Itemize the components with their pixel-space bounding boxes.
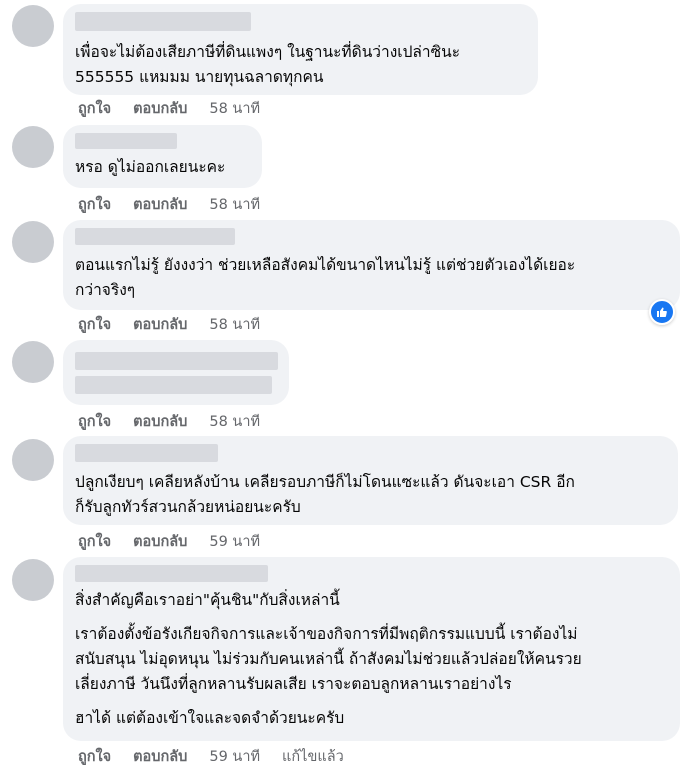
reply-button[interactable]: ตอบกลับ bbox=[133, 97, 187, 120]
comment-text-line: หรอ ดูไม่ออกเลยนะคะ bbox=[75, 158, 226, 176]
comment-text-line: สิ่งสำคัญคือเราอย่า"คุ้นชิน"กับสิ่งเหล่า… bbox=[75, 591, 340, 609]
like-button[interactable]: ถูกใจ bbox=[78, 97, 111, 120]
comment-bubble: หรอ ดูไม่ออกเลยนะคะ bbox=[63, 125, 262, 188]
comment-actions: ถูกใจ ตอบกลับ 58 นาที bbox=[78, 193, 260, 216]
comment-timestamp[interactable]: 59 นาที bbox=[209, 530, 260, 553]
comment-paragraph: ฮาได้ แต่ต้องเข้าใจและจดจำด้วยนะครับ bbox=[75, 706, 668, 731]
comment-actions: ถูกใจ ตอบกลับ 58 นาที bbox=[78, 410, 260, 433]
avatar[interactable] bbox=[12, 439, 54, 481]
comment-text: หรอ ดูไม่ออกเลยนะคะ bbox=[75, 155, 250, 180]
comment-bubble bbox=[63, 340, 289, 405]
reply-button[interactable]: ตอบกลับ bbox=[133, 193, 187, 216]
like-button[interactable]: ถูกใจ bbox=[78, 530, 111, 553]
avatar[interactable] bbox=[12, 341, 54, 383]
like-button[interactable]: ถูกใจ bbox=[78, 745, 111, 768]
comment-actions: ถูกใจ ตอบกลับ 59 นาที bbox=[78, 530, 260, 553]
commenter-name-redacted[interactable] bbox=[75, 133, 177, 149]
avatar[interactable] bbox=[12, 126, 54, 168]
reply-button[interactable]: ตอบกลับ bbox=[133, 313, 187, 336]
comment-paragraph: สิ่งสำคัญคือเราอย่า"คุ้นชิน"กับสิ่งเหล่า… bbox=[75, 588, 668, 613]
commenter-name-redacted[interactable] bbox=[75, 12, 251, 31]
comment-text-redacted bbox=[75, 376, 272, 394]
avatar[interactable] bbox=[12, 559, 54, 601]
comment-text-line: ก็รับลูกทัวร์สวนกล้วยหน่อยนะครับ bbox=[75, 498, 301, 516]
commenter-name-redacted[interactable] bbox=[75, 352, 278, 370]
reply-button[interactable]: ตอบกลับ bbox=[133, 745, 187, 768]
comment-actions: ถูกใจ ตอบกลับ 58 นาที bbox=[78, 97, 260, 120]
comment-text-line: สนับสนุน ไม่อุดหนุน ไม่ร่วมกับคนเหล่านี้… bbox=[75, 650, 582, 668]
edited-label[interactable]: แก้ไขแล้ว bbox=[282, 745, 344, 768]
comment-text-line: ปลูกเงียบๆ เคลียหลังบ้าน เคลียรอบภาษีก็ไ… bbox=[75, 473, 575, 491]
reaction-badge[interactable] bbox=[649, 299, 675, 325]
commenter-name-redacted[interactable] bbox=[75, 228, 235, 245]
comment-text-line: ฮาได้ แต่ต้องเข้าใจและจดจำด้วยนะครับ bbox=[75, 709, 345, 727]
comment-text: เพื่อจะไม่ต้องเสียภาษีที่ดินแพงๆ ในฐานะท… bbox=[75, 40, 526, 90]
comment-timestamp[interactable]: 58 นาที bbox=[209, 313, 260, 336]
reply-button[interactable]: ตอบกลับ bbox=[133, 410, 187, 433]
comment-text: ปลูกเงียบๆ เคลียหลังบ้าน เคลียรอบภาษีก็ไ… bbox=[75, 470, 666, 520]
comment-text-line: เราต้องตั้งข้อรังเกียจกิจการและเจ้าของกิ… bbox=[75, 625, 578, 643]
comment-bubble: ปลูกเงียบๆ เคลียหลังบ้าน เคลียรอบภาษีก็ไ… bbox=[63, 436, 678, 525]
comment-timestamp[interactable]: 58 นาที bbox=[209, 97, 260, 120]
avatar[interactable] bbox=[12, 221, 54, 263]
comment-timestamp[interactable]: 59 นาที bbox=[209, 745, 260, 768]
like-button[interactable]: ถูกใจ bbox=[78, 193, 111, 216]
comment-actions: ถูกใจ ตอบกลับ 59 นาที แก้ไขแล้ว bbox=[78, 745, 344, 768]
avatar[interactable] bbox=[12, 5, 54, 47]
comment-timestamp[interactable]: 58 นาที bbox=[209, 193, 260, 216]
comment-timestamp[interactable]: 58 นาที bbox=[209, 410, 260, 433]
like-icon bbox=[657, 307, 667, 318]
like-button[interactable]: ถูกใจ bbox=[78, 313, 111, 336]
comment-text-line: 555555 แหมมม นายทุนฉลาดทุกคน bbox=[75, 68, 324, 86]
comment-actions: ถูกใจ ตอบกลับ 58 นาที bbox=[78, 313, 260, 336]
comment-bubble: ตอนแรกไม่รู้ ยังงงว่า ช่วยเหลือสังคมได้ข… bbox=[63, 220, 680, 310]
comment-text-line: เลี่ยงภาษี วันนึงที่ลูกหลานรับผลเสีย เรา… bbox=[75, 675, 512, 693]
commenter-name-redacted[interactable] bbox=[75, 444, 218, 462]
comment-bubble: เพื่อจะไม่ต้องเสียภาษีที่ดินแพงๆ ในฐานะท… bbox=[63, 4, 538, 95]
comment-text: ตอนแรกไม่รู้ ยังงงว่า ช่วยเหลือสังคมได้ข… bbox=[75, 253, 668, 303]
comment-text-line: ตอนแรกไม่รู้ ยังงงว่า ช่วยเหลือสังคมได้ข… bbox=[75, 256, 576, 274]
comment-text: สิ่งสำคัญคือเราอย่า"คุ้นชิน"กับสิ่งเหล่า… bbox=[75, 588, 668, 731]
commenter-name-redacted[interactable] bbox=[75, 565, 268, 582]
comment-text-line: กว่าจริงๆ bbox=[75, 281, 136, 299]
comment-paragraph: เราต้องตั้งข้อรังเกียจกิจการและเจ้าของกิ… bbox=[75, 622, 668, 697]
like-button[interactable]: ถูกใจ bbox=[78, 410, 111, 433]
reply-button[interactable]: ตอบกลับ bbox=[133, 530, 187, 553]
comment-text-line: เพื่อจะไม่ต้องเสียภาษีที่ดินแพงๆ ในฐานะท… bbox=[75, 43, 461, 61]
comment-bubble: สิ่งสำคัญคือเราอย่า"คุ้นชิน"กับสิ่งเหล่า… bbox=[63, 557, 680, 741]
